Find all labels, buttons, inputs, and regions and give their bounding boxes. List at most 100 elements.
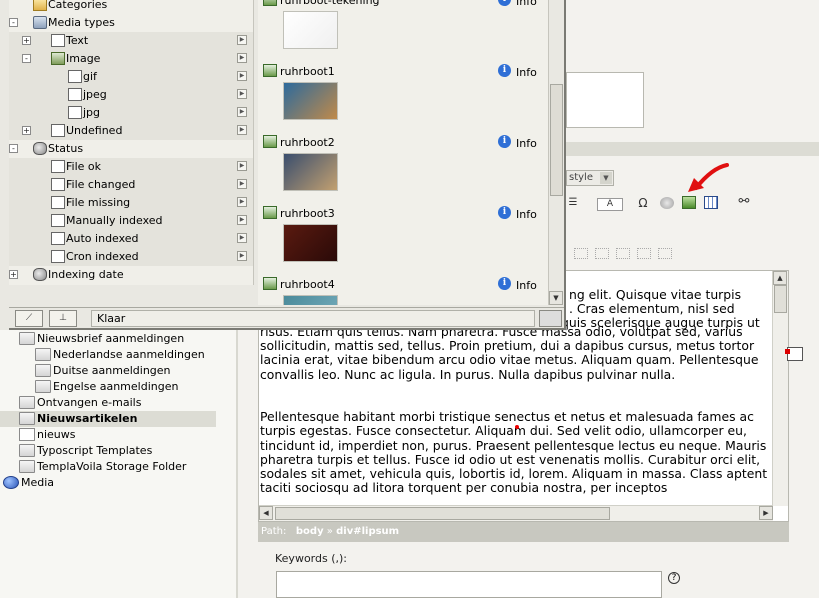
select-arrow-icon[interactable]: ▶ xyxy=(237,197,247,207)
omega-icon[interactable]: Ω xyxy=(636,196,650,210)
page-tree-item[interactable]: Duitse aanmeldingen xyxy=(0,363,216,379)
file-name[interactable]: ruhrboot-tekening xyxy=(280,0,380,7)
table-icon[interactable] xyxy=(704,196,718,209)
file-thumbnail[interactable] xyxy=(283,153,338,191)
page-tree-item[interactable]: TemplaVoila Storage Folder xyxy=(0,459,216,475)
page-tree-item[interactable]: Nederlandse aanmeldingen xyxy=(0,347,216,363)
category-tree-item[interactable]: Auto indexed ▶ xyxy=(9,230,253,248)
table-merge-icon[interactable] xyxy=(658,248,672,259)
page-tree-item[interactable]: nieuws xyxy=(0,427,216,443)
info-icon[interactable]: i xyxy=(498,0,511,6)
page-tree-item[interactable]: Typoscript Templates xyxy=(0,443,216,459)
scroll-right-icon[interactable]: ▶ xyxy=(759,506,773,520)
scroll-thumb[interactable] xyxy=(774,285,787,313)
info-link[interactable]: Info xyxy=(516,137,537,150)
table-split-icon[interactable] xyxy=(637,248,651,259)
insert-image-icon[interactable] xyxy=(682,196,696,209)
category-tree-item[interactable]: jpg ▶ xyxy=(9,104,253,122)
expand-icon[interactable]: + xyxy=(22,36,31,45)
link-icon[interactable] xyxy=(660,197,674,209)
info-link[interactable]: Info xyxy=(516,66,537,79)
category-tree-item[interactable]: - Status xyxy=(9,140,253,158)
select-arrow-icon[interactable]: ▶ xyxy=(237,161,247,171)
category-tree-item[interactable]: Cron indexed ▶ xyxy=(9,248,253,266)
expand-icon[interactable]: + xyxy=(22,126,31,135)
category-tree-item[interactable]: - Media types xyxy=(9,14,253,32)
info-link[interactable]: Info xyxy=(516,208,537,221)
file-name[interactable]: ruhrboot2 xyxy=(280,136,335,149)
style-select[interactable]: style ▼ xyxy=(566,170,614,186)
file-list-scrollbar[interactable]: ▼ xyxy=(548,0,564,305)
select-arrow-icon[interactable]: ▶ xyxy=(237,107,247,117)
resize-grip-icon[interactable] xyxy=(539,310,562,327)
file-item[interactable]: ruhrboot1 i Info xyxy=(258,61,548,131)
category-tree-item[interactable]: + Undefined ▶ xyxy=(9,122,253,140)
info-icon[interactable]: i xyxy=(498,277,511,290)
info-icon[interactable]: i xyxy=(498,135,511,148)
scroll-left-icon[interactable]: ◀ xyxy=(259,506,273,520)
page-tree-item[interactable]: Nieuwsartikelen xyxy=(0,411,216,427)
editor-vertical-scrollbar[interactable]: ▲ xyxy=(772,271,788,506)
select-arrow-icon[interactable]: ▶ xyxy=(237,35,247,45)
info-link[interactable]: Info xyxy=(516,279,537,292)
ruler-icon[interactable]: ⊥ xyxy=(49,310,77,327)
select-arrow-icon[interactable]: ▶ xyxy=(237,215,247,225)
select-arrow-icon[interactable]: ▶ xyxy=(237,53,247,63)
collapse-icon[interactable]: - xyxy=(9,18,18,27)
edit-icon[interactable] xyxy=(785,347,803,361)
font-color-icon[interactable]: A xyxy=(597,198,623,211)
file-item[interactable]: ruhrboot3 i Info xyxy=(258,203,548,273)
file-thumbnail[interactable] xyxy=(283,11,338,49)
collapse-icon[interactable]: - xyxy=(9,144,18,153)
category-tree-item[interactable]: + Text ▶ xyxy=(9,32,253,50)
keywords-field[interactable] xyxy=(276,571,662,598)
select-arrow-icon[interactable]: ▶ xyxy=(237,233,247,243)
info-icon[interactable]: i xyxy=(498,206,511,219)
file-thumbnail[interactable] xyxy=(283,82,338,120)
info-link[interactable]: Info xyxy=(516,0,537,8)
file-item[interactable]: ruhrboot4 i Info xyxy=(258,274,548,305)
table-row-icon[interactable] xyxy=(574,248,588,259)
page-tree-item[interactable]: Nieuwsbrief aanmeldingen xyxy=(0,331,216,347)
page-tree-item[interactable]: Media xyxy=(0,475,216,491)
align-icon[interactable]: ☰ xyxy=(566,196,580,210)
binoculars-icon[interactable]: ⚯ xyxy=(735,195,753,209)
category-tree-item[interactable]: - Image ▶ xyxy=(9,50,253,68)
collapse-icon[interactable]: - xyxy=(22,54,31,63)
category-tree-item[interactable]: File changed ▶ xyxy=(9,176,253,194)
select-arrow-icon[interactable]: ▶ xyxy=(237,251,247,261)
pin-icon[interactable]: ⟋ xyxy=(15,310,43,327)
category-tree-item[interactable]: jpeg ▶ xyxy=(9,86,253,104)
expand-icon[interactable]: + xyxy=(9,270,18,279)
editor-horizontal-scrollbar[interactable]: ◀ ▶ xyxy=(259,505,773,521)
select-arrow-icon[interactable]: ▶ xyxy=(237,89,247,99)
file-name[interactable]: ruhrboot4 xyxy=(280,278,335,291)
path-div[interactable]: div#lipsum xyxy=(336,526,399,537)
category-tree-item[interactable]: gif ▶ xyxy=(9,68,253,86)
info-icon[interactable]: i xyxy=(498,64,511,77)
category-tree-item[interactable]: Manually indexed ▶ xyxy=(9,212,253,230)
category-tree-item[interactable]: Categories xyxy=(9,0,253,14)
table-cell-icon[interactable] xyxy=(616,248,630,259)
file-name[interactable]: ruhrboot3 xyxy=(280,207,335,220)
scroll-down-icon[interactable]: ▼ xyxy=(549,291,563,305)
page-tree-item[interactable]: Ontvangen e-mails xyxy=(0,395,216,411)
scroll-thumb[interactable] xyxy=(550,84,563,196)
select-arrow-icon[interactable]: ▶ xyxy=(237,179,247,189)
path-body[interactable]: body xyxy=(296,526,324,537)
category-tree-item[interactable]: File ok ▶ xyxy=(9,158,253,176)
category-tree-item[interactable]: File missing ▶ xyxy=(9,194,253,212)
table-col-icon[interactable] xyxy=(595,248,609,259)
file-item[interactable]: ruhrboot-tekening i Info xyxy=(258,0,548,60)
scroll-thumb[interactable] xyxy=(275,507,610,520)
file-name[interactable]: ruhrboot1 xyxy=(280,65,335,78)
category-tree-item[interactable]: + Indexing date xyxy=(9,266,253,284)
scroll-up-icon[interactable]: ▲ xyxy=(773,271,787,285)
page-tree-item[interactable]: Engelse aanmeldingen xyxy=(0,379,216,395)
select-arrow-icon[interactable]: ▶ xyxy=(237,71,247,81)
file-thumbnail[interactable] xyxy=(283,224,338,262)
file-thumbnail[interactable] xyxy=(283,295,338,305)
help-icon[interactable]: ? xyxy=(668,572,680,584)
select-arrow-icon[interactable]: ▶ xyxy=(237,125,247,135)
file-item[interactable]: ruhrboot2 i Info xyxy=(258,132,548,202)
